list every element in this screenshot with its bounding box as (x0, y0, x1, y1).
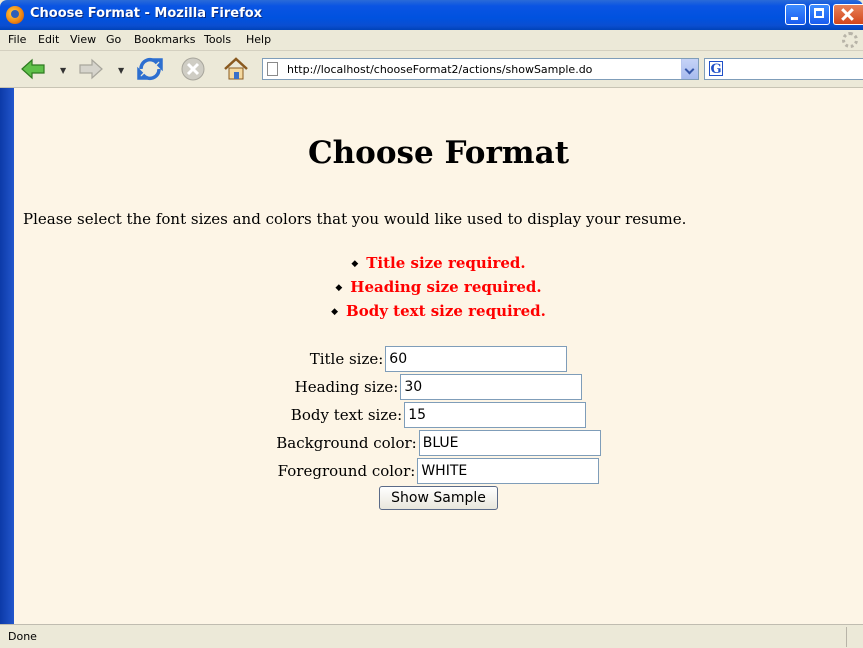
title-size-input[interactable] (385, 346, 568, 372)
reload-button[interactable] (136, 56, 164, 82)
address-bar[interactable]: http://localhost/chooseFormat2/actions/s… (262, 58, 699, 80)
reload-icon (137, 57, 163, 81)
foreground-color-row: Foreground color: (14, 458, 863, 486)
format-form: Title size: Heading size: Body text size… (14, 346, 863, 510)
navigation-toolbar: ▼ ▼ http://localhost/chooseFormat2/actio… (0, 51, 863, 88)
url-text[interactable]: http://localhost/chooseFormat2/actions/s… (287, 63, 592, 76)
search-bar[interactable]: G (704, 58, 863, 80)
bullet-icon: ◆ (351, 259, 359, 269)
throbber-icon (842, 32, 858, 48)
home-icon (224, 57, 248, 80)
background-color-label: Background color: (276, 434, 417, 452)
stop-button[interactable] (180, 56, 206, 82)
foreground-color-label: Foreground color: (277, 462, 416, 480)
forward-arrow-icon (79, 58, 103, 80)
google-search-icon[interactable]: G (709, 61, 723, 77)
page-content: Choose Format Please select the font siz… (14, 88, 863, 624)
maximize-button[interactable] (809, 4, 830, 25)
minimize-button[interactable] (785, 4, 806, 25)
heading-size-label: Heading size: (294, 378, 399, 396)
bullet-icon: ◆ (331, 307, 339, 317)
error-item: ◆ Title size required. (14, 251, 863, 275)
error-text: Heading size required. (350, 278, 542, 296)
error-item: ◆ Heading size required. (14, 275, 863, 299)
forward-button[interactable] (78, 56, 104, 82)
stop-icon (181, 57, 205, 81)
menu-help[interactable]: Help (246, 33, 271, 46)
error-text: Body text size required. (346, 302, 546, 320)
title-size-row: Title size: (14, 346, 863, 374)
back-arrow-icon (21, 58, 45, 80)
close-button[interactable] (833, 4, 863, 25)
menu-go[interactable]: Go (106, 33, 121, 46)
background-color-input[interactable] (418, 430, 601, 456)
submit-row: Show Sample (14, 486, 863, 510)
bullet-icon: ◆ (335, 283, 343, 293)
browser-window: Choose Format - Mozilla Firefox File Edi… (0, 0, 863, 648)
url-dropdown-button[interactable] (681, 59, 698, 79)
background-color-row: Background color: (14, 430, 863, 458)
menu-file[interactable]: File (8, 33, 26, 46)
intro-text: Please select the font sizes and colors … (23, 210, 687, 228)
window-title: Choose Format - Mozilla Firefox (30, 6, 263, 21)
menu-tools[interactable]: Tools (204, 33, 231, 46)
body-text-size-row: Body text size: (14, 402, 863, 430)
window-frame-left (0, 88, 14, 648)
title-bar[interactable]: Choose Format - Mozilla Firefox (0, 0, 863, 30)
body-text-size-label: Body text size: (290, 406, 403, 424)
menu-bar: File Edit View Go Bookmarks Tools Help (0, 30, 863, 51)
status-text: Done (8, 630, 37, 643)
menu-bookmarks[interactable]: Bookmarks (134, 33, 195, 46)
title-size-label: Title size: (309, 350, 384, 368)
menu-edit[interactable]: Edit (38, 33, 59, 46)
status-divider (846, 627, 847, 647)
status-bar: Done (0, 624, 863, 648)
error-text: Title size required. (366, 254, 526, 272)
back-dropdown-icon[interactable]: ▼ (60, 66, 66, 75)
home-button[interactable] (222, 56, 250, 82)
error-list: ◆ Title size required. ◆ Heading size requ… (14, 251, 863, 323)
forward-dropdown-icon[interactable]: ▼ (118, 66, 124, 75)
foreground-color-input[interactable] (417, 458, 600, 484)
body-text-size-input[interactable] (404, 402, 587, 428)
heading-size-row: Heading size: (14, 374, 863, 402)
heading-size-input[interactable] (400, 374, 583, 400)
menu-view[interactable]: View (70, 33, 96, 46)
error-item: ◆ Body text size required. (14, 299, 863, 323)
show-sample-button[interactable]: Show Sample (379, 486, 498, 510)
back-button[interactable] (20, 56, 46, 82)
page-icon (267, 62, 278, 76)
firefox-icon (6, 6, 24, 24)
page-title: Choose Format (307, 135, 570, 171)
